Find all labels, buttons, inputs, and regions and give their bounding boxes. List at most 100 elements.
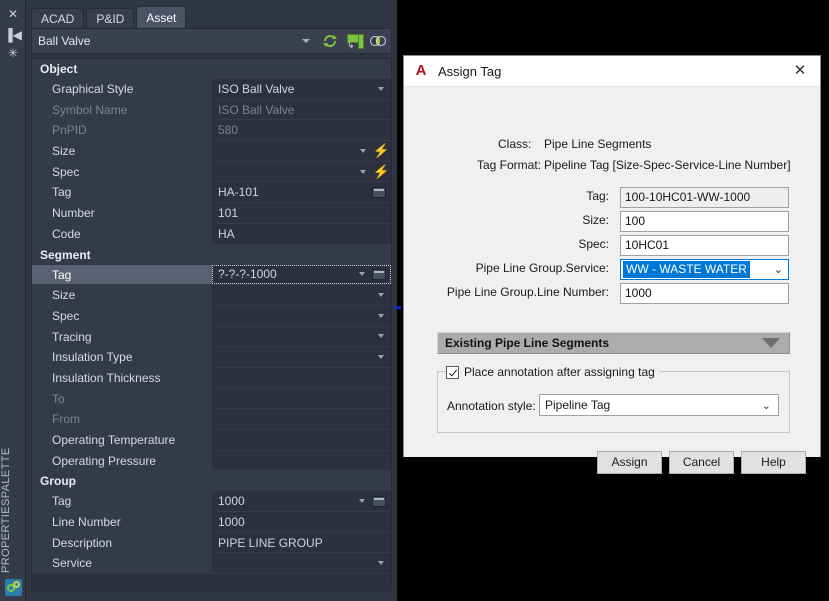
property-value-cell[interactable] xyxy=(212,450,391,471)
property-row[interactable]: Spec xyxy=(32,305,391,327)
property-group-header[interactable]: Segment xyxy=(32,244,391,265)
lightning-bolt-icon[interactable]: ⚡ xyxy=(373,141,389,161)
property-row[interactable]: Operating Temperature xyxy=(32,430,391,451)
property-row[interactable]: Line Number 1000 xyxy=(32,512,391,533)
service-label: Pipe Line Group.Service: xyxy=(475,261,609,275)
chevron-down-icon[interactable]: ⌄ xyxy=(762,399,771,412)
close-icon[interactable]: ✕ xyxy=(0,5,26,23)
refresh-icon[interactable] xyxy=(319,30,341,52)
chevron-down-icon[interactable]: ⌄ xyxy=(774,263,783,276)
property-row[interactable]: Number 101 xyxy=(32,203,391,224)
property-label: Line Number xyxy=(32,512,212,532)
property-row[interactable]: Service xyxy=(32,553,391,575)
chevron-down-icon[interactable] xyxy=(762,338,780,348)
property-row[interactable]: Symbol Name ISO Ball Valve xyxy=(32,99,391,121)
size-input[interactable]: 100 xyxy=(620,211,789,232)
property-row[interactable]: Tag HA-101 xyxy=(32,182,391,204)
property-value-cell[interactable] xyxy=(212,305,391,326)
property-value-cell[interactable] xyxy=(212,553,391,574)
property-row[interactable]: Tag ?-?-?-1000 xyxy=(32,264,391,286)
chevron-down-icon[interactable] xyxy=(378,86,384,91)
property-label: Operating Pressure xyxy=(32,450,212,471)
property-value-cell[interactable]: ISO Ball Valve xyxy=(212,79,391,99)
property-value-cell[interactable]: 1000 xyxy=(212,512,391,532)
property-row[interactable]: Graphical Style ISO Ball Valve xyxy=(32,79,391,100)
close-icon[interactable]: ✕ xyxy=(780,56,820,86)
property-value-cell[interactable] xyxy=(212,285,391,305)
place-annotation-label: Place annotation after assigning tag xyxy=(464,365,655,379)
palette-menu-icon[interactable]: ✳ xyxy=(0,44,26,62)
chevron-down-icon[interactable] xyxy=(378,334,384,339)
property-value-cell[interactable]: PIPE LINE GROUP xyxy=(212,532,391,553)
toggle-rings-icon[interactable] xyxy=(367,30,389,52)
open-dialog-icon[interactable] xyxy=(372,495,386,507)
service-select[interactable]: WW - WASTE WATER ⌄ xyxy=(620,259,789,280)
object-selector-combobox[interactable]: Ball Valve xyxy=(32,29,317,53)
tab-acad[interactable]: ACAD xyxy=(31,8,85,28)
property-row[interactable]: To xyxy=(32,388,391,410)
quick-select-icon[interactable]: ↳ xyxy=(343,30,365,52)
dialog-titlebar[interactable]: A Assign Tag ✕ xyxy=(404,56,820,87)
help-button[interactable]: Help xyxy=(741,451,806,474)
property-value-cell[interactable] xyxy=(212,409,391,429)
property-value-cell[interactable] xyxy=(212,326,391,347)
property-value-cell[interactable]: ?-?-?-1000 xyxy=(212,264,391,285)
chevron-down-icon[interactable] xyxy=(360,169,366,174)
palette-body: ACAD P&ID Asset Ball Valve ↳ Object Grap… xyxy=(26,0,397,601)
chevron-down-icon[interactable] xyxy=(359,499,365,504)
open-dialog-icon[interactable] xyxy=(372,186,386,198)
property-row[interactable]: Tracing xyxy=(32,326,391,348)
spec-input[interactable]: 10HC01 xyxy=(620,235,789,256)
tag-input[interactable]: 100-10HC01-WW-1000 xyxy=(620,187,789,208)
property-value-cell[interactable]: HA xyxy=(212,223,391,244)
property-row[interactable]: Code HA xyxy=(32,223,391,245)
property-value-cell[interactable]: ISO Ball Valve xyxy=(212,99,391,120)
property-row[interactable]: Size ⚡ xyxy=(32,141,391,162)
auto-hide-icon[interactable]: ▐◀ xyxy=(0,26,26,44)
chevron-down-icon[interactable] xyxy=(378,293,384,298)
chevron-down-icon[interactable] xyxy=(378,313,384,318)
property-value-cell[interactable]: ⚡ xyxy=(212,141,391,161)
property-value-cell[interactable] xyxy=(212,347,391,367)
property-row[interactable]: Spec ⚡ xyxy=(32,161,391,183)
property-row[interactable]: PnPID 580 xyxy=(32,120,391,142)
open-dialog-icon[interactable] xyxy=(372,268,386,280)
property-row[interactable]: Insulation Thickness xyxy=(32,367,391,389)
chevron-down-icon[interactable] xyxy=(360,148,366,153)
property-row[interactable]: From xyxy=(32,409,391,430)
property-value-cell[interactable]: HA-101 xyxy=(212,182,391,203)
place-annotation-checkbox-wrap[interactable]: Place annotation after assigning tag xyxy=(446,364,659,380)
place-annotation-checkbox[interactable] xyxy=(446,365,459,379)
property-row[interactable]: Insulation Type xyxy=(32,347,391,368)
annotation-style-select[interactable]: Pipeline Tag ⌄ xyxy=(539,394,779,416)
property-row[interactable]: Description PIPE LINE GROUP xyxy=(32,532,391,554)
property-group-header[interactable]: Group xyxy=(32,471,391,492)
property-row[interactable]: Size xyxy=(32,285,391,306)
properties-palette: ✕ ▐◀ ✳ PROPERTIESPALETTE ACAD P&ID Asset… xyxy=(0,0,397,601)
existing-pipe-line-segments-header[interactable]: Existing Pipe Line Segments xyxy=(437,332,790,354)
property-value-cell[interactable]: 1000 xyxy=(212,491,391,512)
property-value-cell[interactable]: 580 xyxy=(212,120,391,141)
chevron-down-icon[interactable] xyxy=(359,272,365,277)
lightning-bolt-icon[interactable]: ⚡ xyxy=(373,162,389,182)
property-value-cell[interactable] xyxy=(212,367,391,388)
property-label: PnPID xyxy=(32,120,212,141)
chevron-down-icon[interactable] xyxy=(378,355,384,360)
assign-button[interactable]: Assign xyxy=(597,451,662,474)
annotation-style-value: Pipeline Tag xyxy=(545,398,611,412)
line-number-input[interactable]: 1000 xyxy=(620,283,789,304)
property-row[interactable]: Tag 1000 xyxy=(32,491,391,513)
tab-asset[interactable]: Asset xyxy=(136,6,187,28)
property-row[interactable]: Operating Pressure xyxy=(32,450,391,472)
tag-format-label: Tag Format: xyxy=(477,158,542,172)
property-value-cell[interactable]: ⚡ xyxy=(212,161,391,182)
chevron-down-icon[interactable] xyxy=(302,39,310,43)
property-value-cell[interactable] xyxy=(212,430,391,450)
cancel-button[interactable]: Cancel xyxy=(669,451,734,474)
property-value-cell[interactable]: 101 xyxy=(212,203,391,223)
tab-pid[interactable]: P&ID xyxy=(86,8,135,28)
chevron-down-icon[interactable] xyxy=(378,561,384,566)
properties-grid[interactable]: Object Graphical Style ISO Ball Valve Symbo… xyxy=(31,58,392,591)
property-group-header[interactable]: Object xyxy=(32,59,391,79)
property-value-cell[interactable] xyxy=(212,388,391,409)
